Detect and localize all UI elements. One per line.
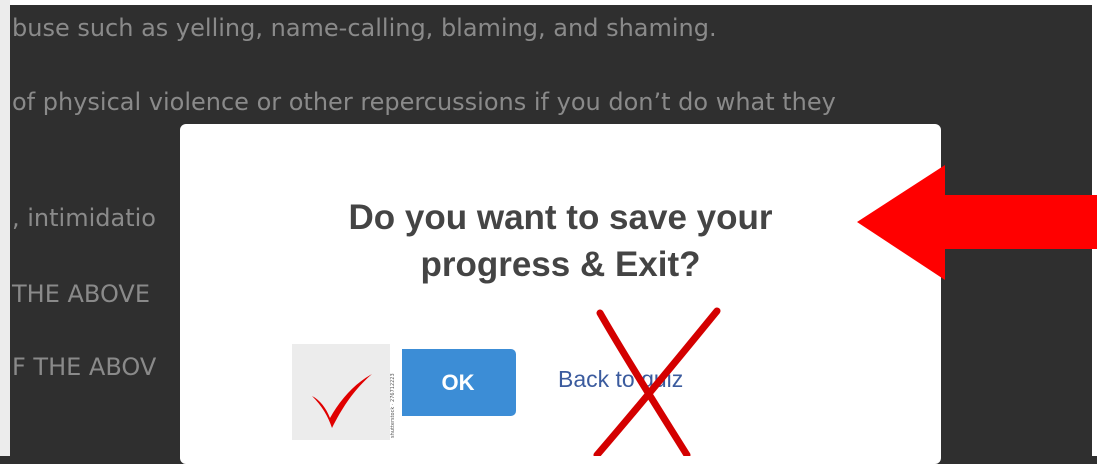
background-quiz-option: THE ABOVE bbox=[12, 280, 151, 308]
background-quiz-option: , intimidatio bbox=[12, 204, 156, 232]
stock-watermark: shutterstock · 276712223 bbox=[390, 344, 402, 440]
checkmark-shape bbox=[312, 374, 372, 428]
dialog-title-line2: progress & Exit? bbox=[420, 245, 701, 284]
background-quiz-text: buse such as yelling, name-calling, blam… bbox=[12, 14, 717, 42]
red-arrow-icon bbox=[857, 165, 1097, 280]
arrow-shape bbox=[857, 165, 1097, 280]
background-quiz-option: F THE ABOV bbox=[12, 353, 157, 381]
dialog-title-line1: Do you want to save your bbox=[348, 198, 773, 237]
checkmark-icon bbox=[312, 374, 372, 428]
background-quiz-text: of physical violence or other repercussi… bbox=[12, 88, 836, 116]
dialog-title: Do you want to save your progress & Exit… bbox=[180, 194, 941, 288]
top-page-edge bbox=[10, 0, 1097, 5]
left-page-edge bbox=[0, 0, 10, 456]
red-cross-icon bbox=[593, 307, 721, 456]
stock-watermark-text: shutterstock · 276712223 bbox=[390, 373, 396, 438]
checkmark-image bbox=[292, 344, 390, 440]
